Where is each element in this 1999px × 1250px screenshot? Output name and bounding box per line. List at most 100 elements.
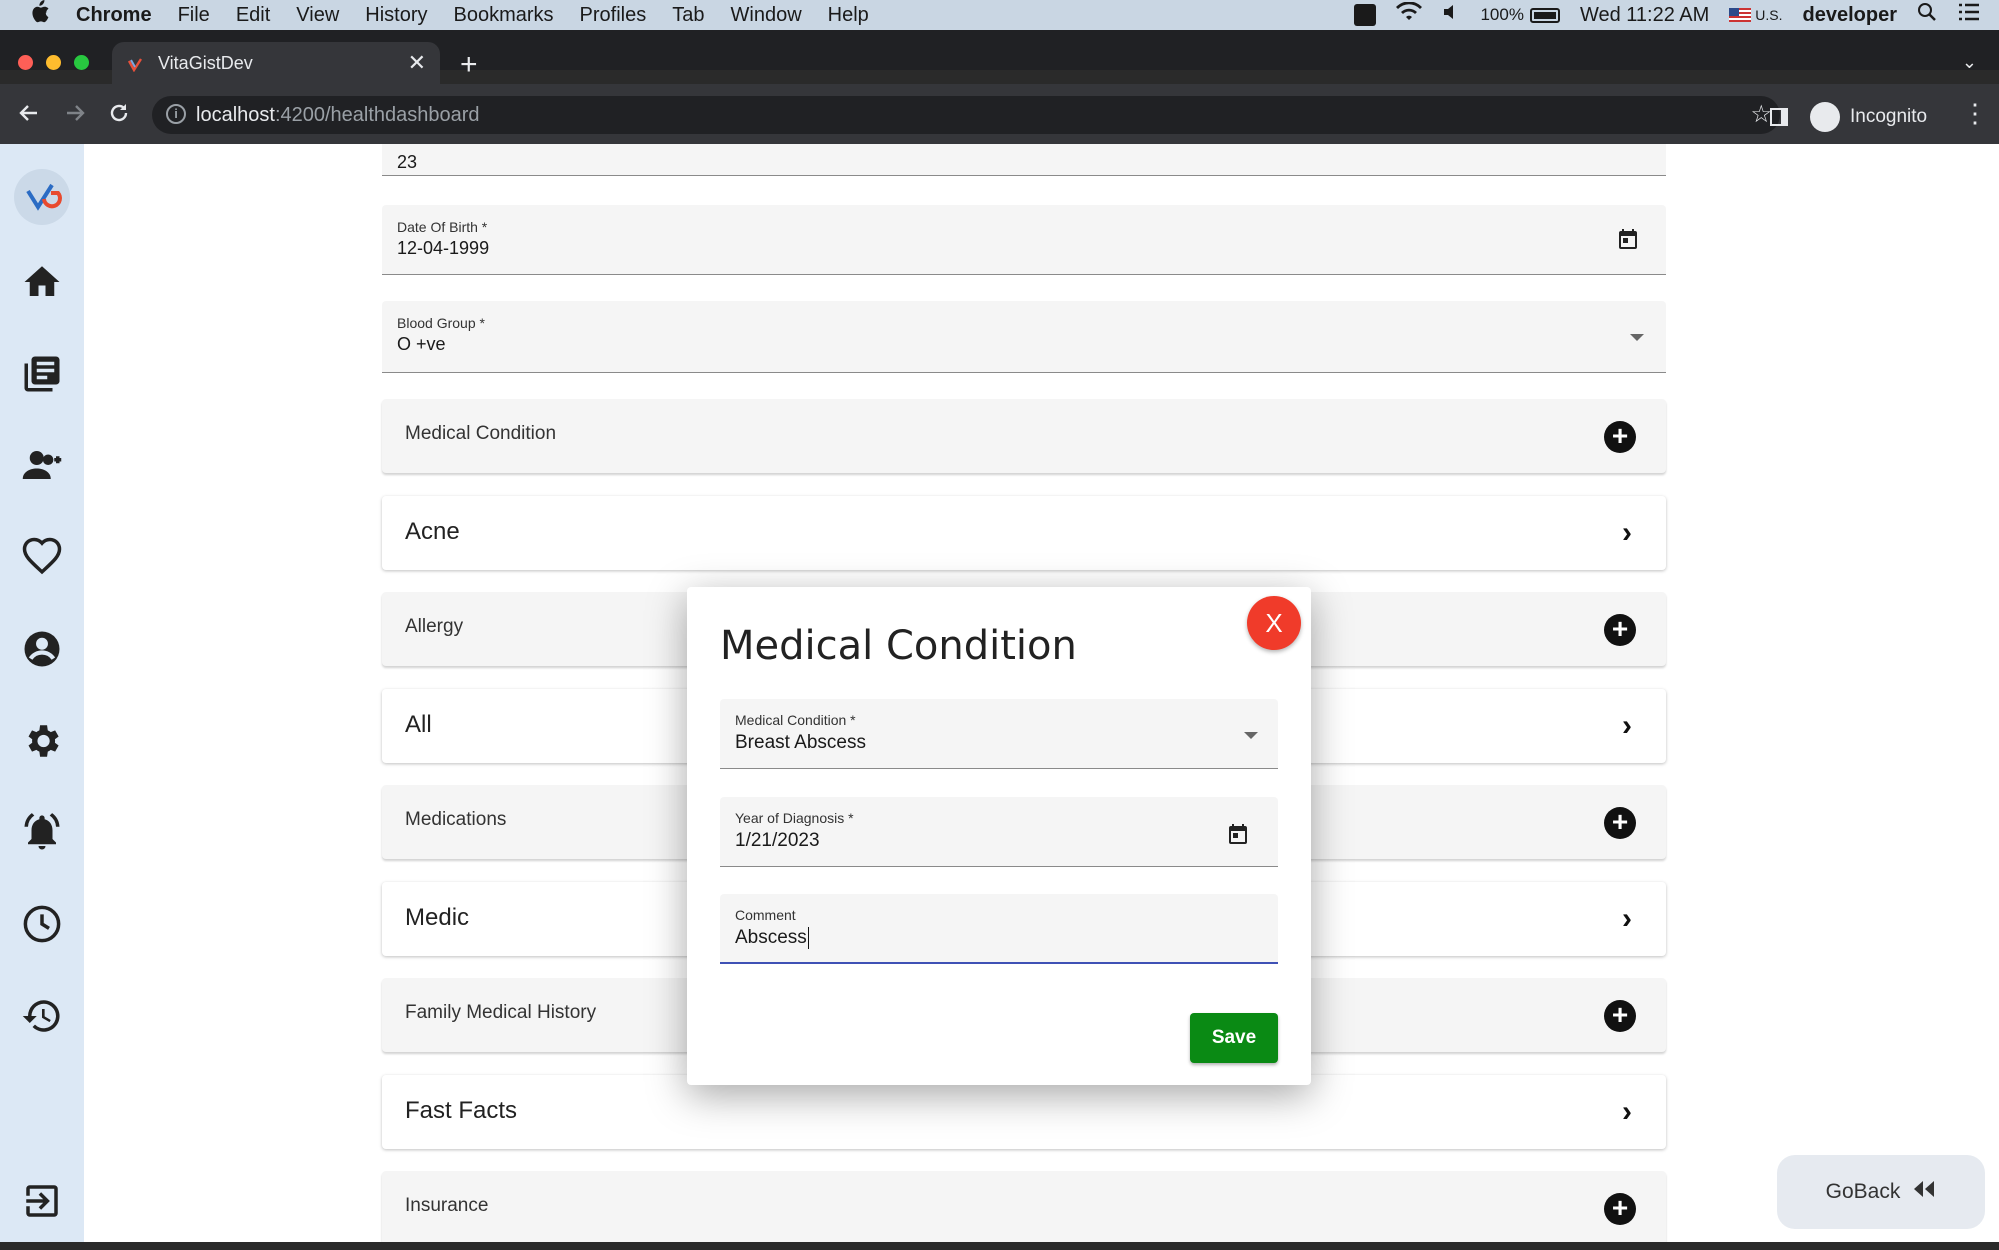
blood-group-select[interactable]: Blood Group * O +ve <box>382 301 1666 373</box>
item-fast-facts[interactable]: Fast Facts › <box>382 1075 1666 1149</box>
item-title: All <box>405 711 432 738</box>
history-icon[interactable] <box>21 995 63 1037</box>
new-tab-button[interactable]: + <box>460 48 478 82</box>
clock-icon[interactable] <box>21 903 63 945</box>
menu-profiles[interactable]: Profiles <box>580 4 647 27</box>
add-circle-icon[interactable]: + <box>1604 1193 1636 1225</box>
section-title: Insurance <box>405 1195 489 1216</box>
site-info-icon[interactable]: i <box>166 104 186 124</box>
browser-menu-icon[interactable]: ⋮ <box>1962 98 1988 129</box>
section-insurance[interactable]: Insurance + <box>382 1171 1666 1242</box>
menu-edit[interactable]: Edit <box>236 4 270 27</box>
side-panel-icon[interactable] <box>1770 108 1788 126</box>
forward-icon[interactable] <box>62 100 88 133</box>
incognito-label: Incognito <box>1850 106 1928 127</box>
window-minimize-button[interactable] <box>46 55 61 70</box>
vitagist-logo[interactable] <box>14 169 70 225</box>
text-caret <box>807 927 809 949</box>
tab-title: VitaGistDev <box>158 53 253 73</box>
apple-icon[interactable] <box>28 0 50 30</box>
menu-file[interactable]: File <box>178 4 210 27</box>
menu-help[interactable]: Help <box>828 4 869 27</box>
date-of-birth-field[interactable]: Date Of Birth * 12-04-1999 <box>382 205 1666 275</box>
reload-icon[interactable] <box>106 100 132 133</box>
back-icon[interactable] <box>16 100 42 133</box>
year-of-diagnosis-field[interactable]: Year of Diagnosis * 1/21/2023 <box>720 797 1278 867</box>
dialog-title: Medical Condition <box>720 623 1077 669</box>
tab-close-icon[interactable]: ✕ <box>408 50 426 76</box>
control-center-icon[interactable] <box>1957 2 1981 28</box>
heart-icon[interactable] <box>21 536 63 578</box>
date-of-birth-value: 12-04-1999 <box>397 238 490 258</box>
comment-field[interactable]: Comment Abscess <box>720 894 1278 964</box>
menu-bookmarks[interactable]: Bookmarks <box>454 4 554 27</box>
medical-condition-value: Breast Abscess <box>735 732 866 753</box>
account-icon[interactable] <box>21 628 63 670</box>
dropdown-arrow-icon <box>1630 334 1644 341</box>
calendar-icon[interactable] <box>1226 822 1250 846</box>
add-circle-icon[interactable]: + <box>1604 807 1636 839</box>
calendar-icon[interactable] <box>1616 227 1640 251</box>
app-status-icon[interactable] <box>1354 4 1377 26</box>
blood-group-value: O +ve <box>397 334 446 354</box>
menu-chrome[interactable]: Chrome <box>76 4 152 27</box>
item-title: Medic <box>405 904 470 931</box>
menu-tab[interactable]: Tab <box>672 4 704 27</box>
medical-condition-select[interactable]: Medical Condition * Breast Abscess <box>720 699 1278 769</box>
add-circle-icon[interactable]: + <box>1604 614 1636 646</box>
save-button[interactable]: Save <box>1190 1013 1278 1063</box>
section-medical-condition[interactable]: Medical Condition + <box>382 399 1666 473</box>
web-page: 23 Date Of Birth * 12-04-1999 Blood Grou… <box>0 144 1999 1242</box>
section-title: Medical Condition <box>405 423 557 444</box>
item-title: Acne <box>405 518 460 545</box>
add-user-icon[interactable] <box>21 444 63 486</box>
logout-icon[interactable] <box>21 1180 63 1222</box>
dropdown-arrow-icon <box>1244 732 1258 739</box>
window-zoom-button[interactable] <box>74 55 89 70</box>
wifi-icon[interactable] <box>1396 1 1423 28</box>
go-back-button[interactable]: GoBack <box>1777 1155 1985 1229</box>
go-back-label: GoBack <box>1825 1180 1901 1203</box>
window-close-button[interactable] <box>18 55 33 70</box>
year-of-diagnosis-value: 1/21/2023 <box>735 830 820 851</box>
library-books-icon[interactable] <box>21 353 63 395</box>
home-icon[interactable] <box>21 261 63 303</box>
menu-window[interactable]: Window <box>731 4 802 27</box>
section-title: Allergy <box>405 616 464 637</box>
menu-history[interactable]: History <box>365 4 427 27</box>
comment-input[interactable]: Abscess <box>735 927 809 949</box>
user-name[interactable]: developer <box>1803 4 1897 27</box>
notifications-active-icon[interactable] <box>21 811 63 853</box>
incognito-icon <box>1810 102 1840 132</box>
age-field[interactable]: 23 <box>382 144 1666 176</box>
incognito-badge[interactable]: Incognito <box>1810 102 1927 132</box>
browser-toolbar: i localhost:4200/healthdashboard ☆ Incog… <box>0 84 1999 144</box>
year-of-diagnosis-label: Year of Diagnosis * <box>735 810 854 826</box>
volume-icon[interactable] <box>1442 3 1460 27</box>
spotlight-search-icon[interactable] <box>1917 2 1937 28</box>
medical-condition-label: Medical Condition * <box>735 712 856 728</box>
tab-search-chevron-icon[interactable]: ⌄ <box>1962 52 1977 73</box>
menu-view[interactable]: View <box>296 4 339 27</box>
address-bar[interactable]: i localhost:4200/healthdashboard ☆ <box>152 96 1780 134</box>
settings-gear-icon[interactable] <box>21 720 63 762</box>
battery-icon[interactable] <box>1529 7 1560 23</box>
tab-favicon-icon <box>127 56 143 73</box>
add-circle-icon[interactable]: + <box>1604 1000 1636 1032</box>
clock[interactable]: Wed 11:22 AM <box>1580 4 1709 27</box>
add-circle-icon[interactable]: + <box>1604 421 1636 453</box>
input-source[interactable]: U.S. <box>1755 7 1782 23</box>
comment-label: Comment <box>735 907 796 923</box>
browser-tab[interactable]: VitaGistDev ✕ <box>112 42 440 84</box>
chevron-right-icon: › <box>1622 902 1632 935</box>
dialog-close-button[interactable]: X <box>1247 596 1301 650</box>
flag-icon[interactable] <box>1729 8 1752 22</box>
bookmark-star-icon[interactable]: ☆ <box>1750 100 1772 129</box>
medical-condition-dialog: Medical Condition X Medical Condition * … <box>687 587 1311 1085</box>
fast-rewind-icon <box>1912 1179 1936 1205</box>
item-acne[interactable]: Acne › <box>382 496 1666 570</box>
section-title: Family Medical History <box>405 1002 597 1023</box>
chevron-right-icon: › <box>1622 516 1632 549</box>
url-text[interactable]: localhost:4200/healthdashboard <box>196 104 480 127</box>
app-sidebar <box>0 144 84 1242</box>
